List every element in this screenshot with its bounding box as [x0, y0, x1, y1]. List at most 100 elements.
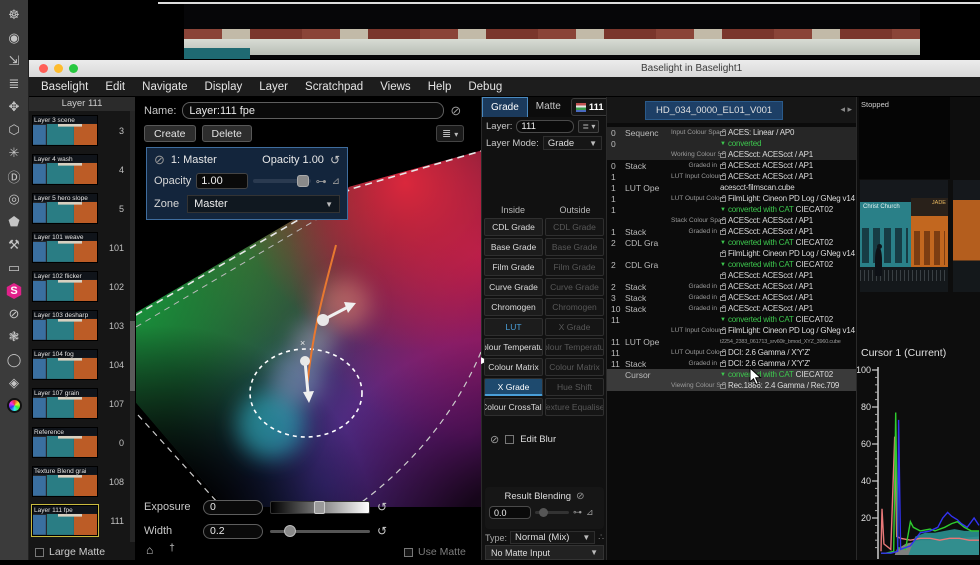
outside-op-base-grade[interactable]: Base Grade — [545, 238, 604, 256]
blend-keyframe-icon[interactable]: ⊶ — [573, 507, 582, 518]
colour-space-row[interactable]: Working Colour SpaceACEScct: ACEScct / A… — [607, 149, 856, 160]
close-traffic-light[interactable] — [39, 64, 48, 73]
inside-op-colour-crosstalk[interactable]: Colour CrossTalk — [484, 398, 543, 416]
inside-op-colour-temperature[interactable]: Colour Temperature — [484, 338, 543, 356]
tab-grade[interactable]: Grade — [482, 97, 528, 117]
bypass-icon[interactable]: ⊘ — [154, 152, 165, 168]
inside-op-lut[interactable]: LUT — [484, 318, 543, 336]
move-icon[interactable]: ✥ — [3, 96, 25, 118]
colour-space-row[interactable]: 1LUT Input Colour SpaceACEScct: ACEScct … — [607, 171, 856, 182]
tag-icon[interactable]: ⬟ — [3, 211, 25, 233]
master-layer-panel[interactable]: ⊘ 1: Master Opacity 1.00 ↺ Opacity ⊶ ⊿ Z… — [146, 147, 348, 220]
colour-space-row[interactable]: 11StackGraded inDCI: 2.6 Gamma / X'Y'Z' — [607, 358, 856, 369]
pin-icon[interactable]: † — [169, 543, 175, 557]
outside-op-chromogen[interactable]: Chromogen — [545, 298, 604, 316]
colour-space-row[interactable]: 0StackGraded inACEScct: ACEScct / AP1 — [607, 160, 856, 171]
layer-item[interactable]: Layer 5 hero slope5 — [29, 189, 129, 228]
steering-wheel-icon[interactable]: ☸ — [3, 4, 25, 26]
exposure-reset-icon[interactable]: ↺ — [377, 500, 387, 514]
blend-curve-icon[interactable]: ⊿ — [586, 507, 594, 518]
ring-icon[interactable]: ◯ — [3, 349, 25, 371]
blur-bypass-icon[interactable]: ⊘ — [490, 433, 499, 446]
colour-space-row[interactable]: 1StackGraded inACEScct: ACEScct / AP1 — [607, 226, 856, 237]
outside-op-film-grade[interactable]: Film Grade — [545, 258, 604, 276]
layers-icon[interactable]: ≣ — [3, 73, 25, 95]
outside-op-cdl-grade[interactable]: CDL Grade — [545, 218, 604, 236]
large-matte-checkbox[interactable] — [35, 548, 44, 557]
colour-space-row[interactable]: FilmLight: Cineon PD Log / GNeg v14 — [607, 248, 856, 259]
menu-views[interactable]: Views — [380, 81, 410, 93]
reset-icon[interactable]: ↺ — [330, 153, 340, 167]
layer-options-button[interactable]: ≣ ▾ — [578, 120, 599, 133]
colour-space-row[interactable]: 3StackGraded inACEScct: ACEScct / AP1 — [607, 292, 856, 303]
opacity-input[interactable] — [196, 173, 248, 189]
sparkle-icon[interactable]: ✳ — [3, 142, 25, 164]
layer-item[interactable]: Layer 104 fog104 — [29, 345, 129, 384]
width-slider[interactable] — [270, 530, 370, 533]
layer-name-input[interactable] — [182, 102, 444, 119]
edit-blur-checkbox[interactable] — [505, 435, 514, 444]
zoom-traffic-light[interactable] — [69, 64, 78, 73]
inside-op-film-grade[interactable]: Film Grade — [484, 258, 543, 276]
colour-space-row[interactable]: 0▼converted — [607, 138, 856, 149]
inside-op-cdl-grade[interactable]: CDL Grade — [484, 218, 543, 236]
outside-op-colour-temperature[interactable]: Colour Temperature — [545, 338, 604, 356]
colour-space-row[interactable]: LUT Input Colour SpaceFilmLight: Cineon … — [607, 325, 856, 336]
menu-edit[interactable]: Edit — [105, 81, 125, 93]
layer-item[interactable]: Reference0 — [29, 423, 129, 462]
blend-amount-input[interactable] — [489, 506, 531, 519]
outside-op-curve-grade[interactable]: Curve Grade — [545, 278, 604, 296]
menu-display[interactable]: Display — [205, 81, 243, 93]
outside-op-hue-shift[interactable]: Hue Shift — [545, 378, 604, 396]
drawer-icon[interactable]: ▭ — [3, 257, 25, 279]
menu-help[interactable]: Help — [428, 81, 452, 93]
outside-op-texture-equaliser[interactable]: Texture Equaliser — [545, 398, 604, 416]
use-matte-checkbox[interactable] — [404, 548, 413, 557]
colour-space-row[interactable]: 11LUT Output Colour SpaceDCI: 2.6 Gamma … — [607, 347, 856, 358]
blend-type-select[interactable]: Normal (Mix)▼ — [510, 531, 595, 544]
colour-space-row[interactable]: 11▼converted with CATCIECAT02 — [607, 314, 856, 325]
fan-icon[interactable]: ❃ — [3, 326, 25, 348]
keyframe-icon[interactable]: ⊶ — [316, 175, 327, 188]
menu-debug[interactable]: Debug — [468, 81, 502, 93]
menu-scratchpad[interactable]: Scratchpad — [305, 81, 363, 93]
cube-icon[interactable]: ⬡ — [3, 119, 25, 141]
blend-bypass-icon[interactable]: ⊘ — [576, 491, 584, 502]
transform-icon[interactable]: ⇲ — [3, 50, 25, 72]
width-slider-thumb[interactable] — [284, 525, 296, 537]
inside-op-colour-matrix[interactable]: Colour Matrix — [484, 358, 543, 376]
colour-space-row[interactable]: 2StackGraded inACEScct: ACEScct / AP1 — [607, 281, 856, 292]
delete-button[interactable]: Delete — [202, 125, 252, 142]
home-icon[interactable]: ⌂ — [146, 543, 153, 557]
list-options-button[interactable]: ≣ ▾ — [436, 125, 464, 142]
inside-op-base-grade[interactable]: Base Grade — [484, 238, 543, 256]
inside-op-x-grade[interactable]: X Grade — [484, 378, 543, 396]
inside-op-chromogen[interactable]: Chromogen — [484, 298, 543, 316]
layer-item[interactable]: Layer 102 flicker102 — [29, 267, 129, 306]
colour-space-row[interactable]: 1▼converted with CATCIECAT02 — [607, 204, 856, 215]
exposure-input[interactable] — [203, 500, 263, 515]
colour-space-row[interactable]: Viewing Colour SpaceRec.1886: 2.4 Gamma … — [607, 380, 856, 391]
colour-space-row[interactable]: Stack Colour SpaceACEScct: ACEScct / AP1 — [607, 215, 856, 226]
colour-space-row[interactable]: 2CDL Gra▼converted with CATCIECAT02 — [607, 259, 856, 270]
layer-item[interactable]: Layer 4 wash4 — [29, 150, 129, 189]
opacity-slider[interactable] — [253, 179, 310, 183]
layer-number-input[interactable] — [516, 120, 574, 133]
colour-space-row[interactable]: 2CDL Gra▼converted with CATCIECAT02 — [607, 237, 856, 248]
inside-op-curve-grade[interactable]: Curve Grade — [484, 278, 543, 296]
menu-baselight[interactable]: Baselight — [41, 81, 88, 93]
record-icon[interactable]: ◉ — [3, 27, 25, 49]
outside-op-colour-matrix[interactable]: Colour Matrix — [545, 358, 604, 376]
blend-slider[interactable] — [535, 511, 569, 514]
curve-editor-icon[interactable]: ⊿ — [332, 176, 340, 187]
wrench-icon[interactable]: ⚒ — [3, 234, 25, 256]
scrollbar-thumb[interactable] — [130, 321, 135, 391]
layer-item[interactable]: Layer 111 fpe111 — [29, 501, 129, 540]
layer-item[interactable]: Layer 103 desharp103 — [29, 306, 129, 345]
opacity-slider-thumb[interactable] — [297, 175, 309, 187]
window-titlebar[interactable]: Baselight in Baselight1 — [29, 60, 980, 77]
width-input[interactable] — [203, 524, 263, 539]
layer-list-scrollbar[interactable] — [130, 111, 135, 542]
exposure-slider-thumb[interactable] — [314, 501, 325, 514]
tab-scroll-arrows[interactable]: ◂ ▸ — [840, 104, 852, 115]
